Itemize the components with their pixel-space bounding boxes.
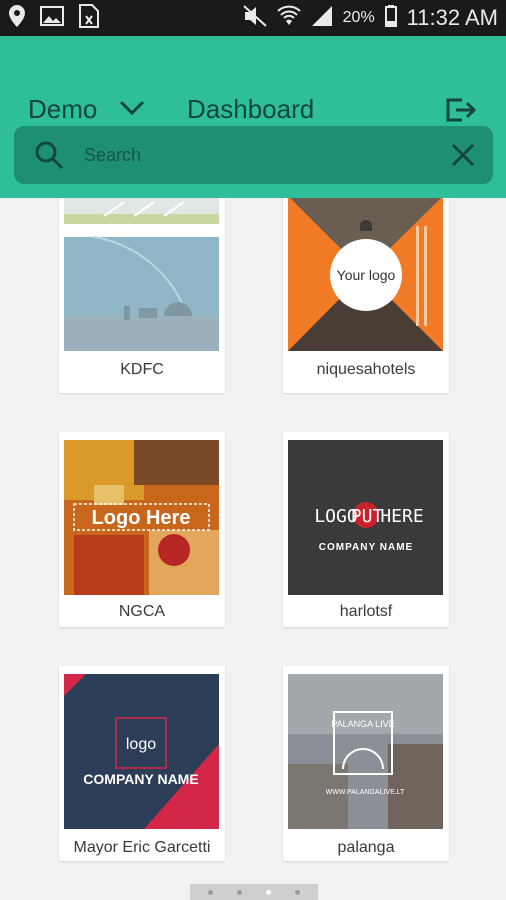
search-input[interactable]: [84, 140, 424, 170]
card-title: palanga: [337, 839, 395, 856]
clock: 11:32 AM: [406, 5, 498, 30]
card-thumbnail: logo COMPANY NAME: [64, 674, 219, 829]
card-thumbnail: [64, 198, 219, 351]
dashboard-link[interactable]: Dashboard: [187, 94, 314, 125]
signal-icon: [311, 5, 333, 32]
url-text: WWW.PALANGALIVE.LT: [326, 789, 405, 796]
chevron-down-icon[interactable]: [118, 96, 146, 125]
card-palanga[interactable]: PALANGA LIVE WWW.PALANGALIVE.LT palanga: [283, 666, 449, 861]
logo-text-b: PUT: [351, 506, 384, 527]
card-title: NGCA: [118, 603, 166, 620]
card-mayor-eric-garcetti[interactable]: logo COMPANY NAME Mayor Eric Garcetti: [59, 666, 225, 861]
wifi-icon: [276, 5, 301, 32]
image-icon: [40, 5, 64, 31]
card-title: KDFC: [120, 361, 164, 378]
card-title: Mayor Eric Garcetti: [73, 839, 211, 856]
logo-text: logo: [126, 736, 156, 753]
card-title: niquesahotels: [316, 361, 416, 378]
battery-icon: [384, 4, 397, 32]
company-text: COMPANY NAME: [319, 542, 413, 553]
logo-text: PALANGA LIVE: [331, 719, 394, 729]
card-ngca[interactable]: Logo Here NGCA: [59, 432, 225, 627]
logo-text-c: HERE: [380, 506, 423, 527]
close-icon[interactable]: [450, 142, 476, 173]
card-harlotsf[interactable]: LOGO PUT HERE COMPANY NAME harlotsf: [283, 432, 449, 627]
card-thumbnail: PALANGA LIVE WWW.PALANGALIVE.LT: [288, 674, 443, 829]
page-dot[interactable]: [208, 889, 213, 895]
page-dot[interactable]: [237, 889, 242, 895]
card-thumbnail: Logo Here: [64, 440, 219, 595]
page-indicator: [190, 884, 318, 900]
account-selector[interactable]: Demo: [28, 94, 97, 125]
logo-text: Your logo: [337, 267, 396, 283]
mute-icon: [242, 4, 267, 32]
page-dot[interactable]: [295, 889, 300, 895]
card-title: harlotsf: [339, 603, 393, 620]
logout-icon[interactable]: [444, 96, 477, 129]
battery-percent: 20%: [342, 9, 375, 26]
search-bar: [14, 126, 493, 184]
status-bar: 20% 11:32 AM: [0, 0, 506, 36]
company-text: COMPANY NAME: [83, 771, 198, 787]
card-thumbnail: LOGO PUT HERE COMPANY NAME: [288, 440, 443, 595]
search-icon: [34, 140, 64, 175]
card-thumbnail: Your logo: [288, 198, 443, 351]
card-kdfc[interactable]: KDFC: [59, 198, 225, 393]
logo-grid: KDFC Your logo niquesahotels Logo Here N…: [0, 198, 506, 900]
page-dot-active[interactable]: [266, 889, 271, 895]
sim-card-icon: [78, 3, 100, 33]
card-niquesahotels[interactable]: Your logo niquesahotels: [283, 198, 449, 393]
location-icon: [8, 4, 26, 33]
logo-text: Logo Here: [92, 507, 191, 529]
